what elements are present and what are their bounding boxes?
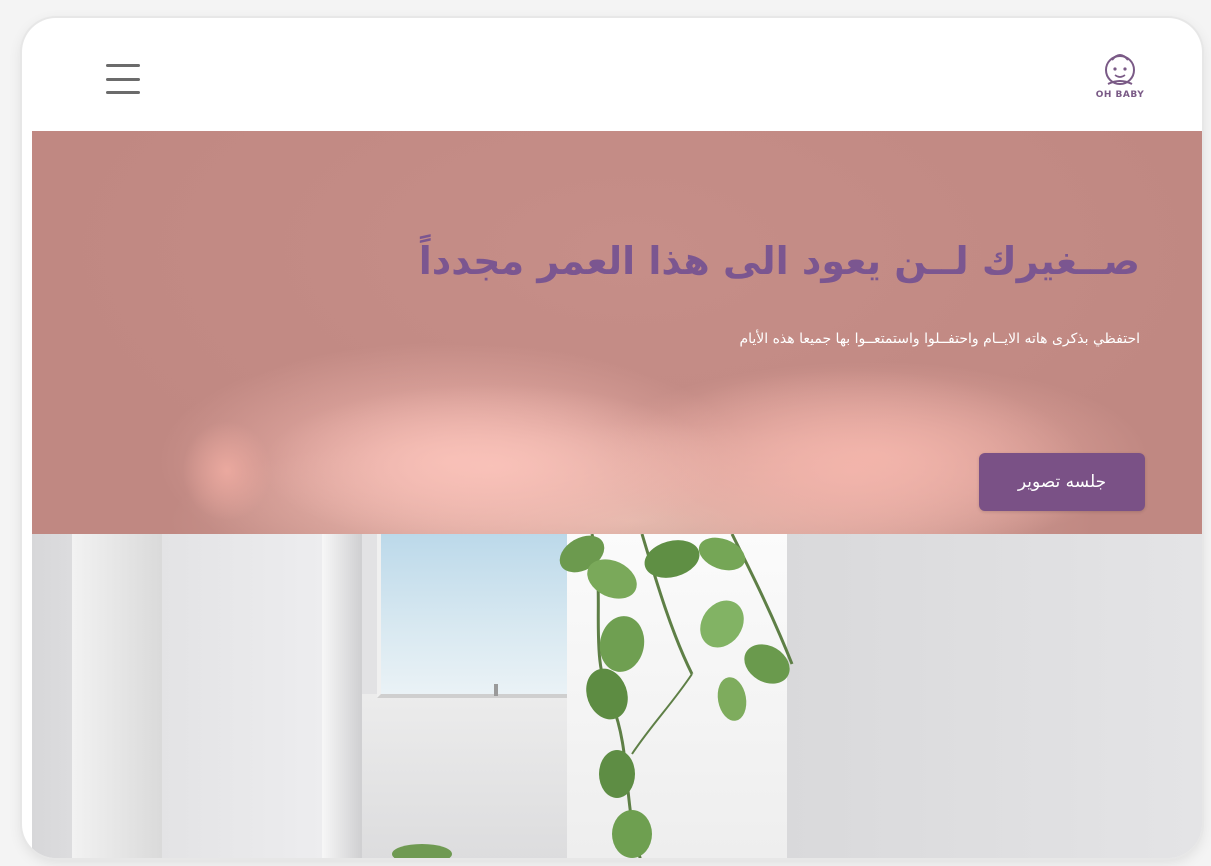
site-header: OH BABY	[32, 28, 1202, 131]
device-frame: OH BABY صــغيرك لــن يعود الى هذا العمر …	[22, 18, 1202, 858]
hero-subtitle: احتفظي بذكرى هاته الايــام واحتفــلوا وا…	[739, 331, 1140, 347]
site-logo[interactable]: OH BABY	[1090, 48, 1150, 110]
hanging-plant-image	[392, 534, 794, 858]
hero-title: صــغيرك لــن يعود الى هذا العمر مجدداً	[418, 239, 1140, 283]
baby-face-logo-icon	[1105, 54, 1135, 85]
logo-text: OH BABY	[1095, 90, 1145, 100]
hero-banner: صــغيرك لــن يعود الى هذا العمر مجدداً ا…	[32, 131, 1202, 534]
hamburger-menu-icon[interactable]	[106, 64, 140, 94]
screen: OH BABY صــغيرك لــن يعود الى هذا العمر …	[32, 28, 1202, 858]
interior-photo	[32, 534, 1202, 858]
book-session-button[interactable]: جلسه تصوير	[979, 453, 1145, 511]
